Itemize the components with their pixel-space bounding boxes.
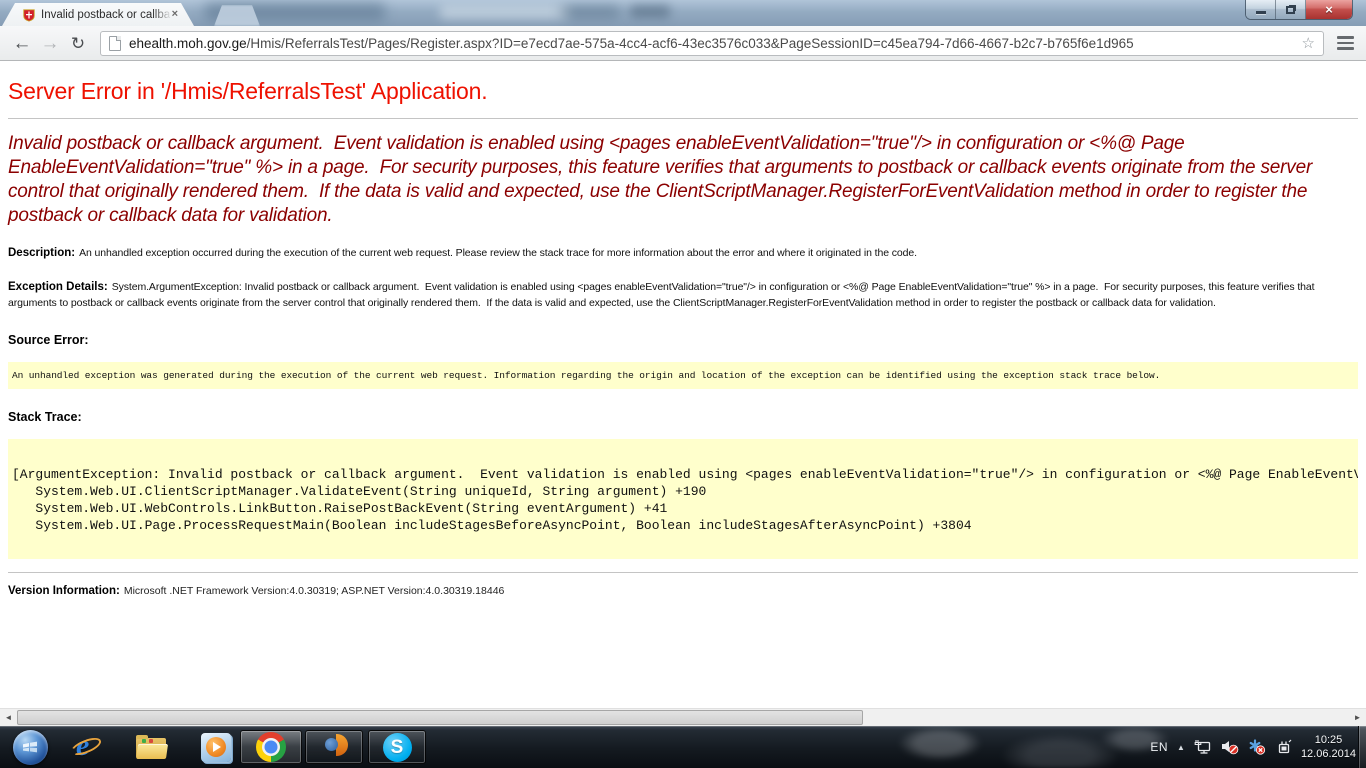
window-minimize-button[interactable]: [1246, 0, 1276, 19]
chrome-icon: [256, 732, 286, 762]
taskbar-item-firefox[interactable]: [305, 730, 363, 764]
description-label: Description:: [8, 247, 75, 259]
divider: [8, 572, 1358, 573]
new-tab-button[interactable]: [214, 5, 260, 26]
page-content: Server Error in '/Hmis/ReferralsTest' Ap…: [0, 62, 1366, 726]
taskbar-wallpaper-texture: [880, 727, 1180, 768]
background-window-blur: [440, 5, 570, 19]
site-favicon-icon: [22, 8, 36, 22]
start-button[interactable]: [4, 730, 56, 764]
version-label: Version Information:: [8, 585, 120, 597]
taskbar-item-chrome[interactable]: [240, 730, 302, 764]
tray-date: 12.06.2014: [1301, 747, 1356, 761]
divider: [8, 118, 1358, 119]
folder-icon: [136, 735, 168, 760]
tray-clock[interactable]: 10:25 12.06.2014: [1301, 733, 1356, 761]
network-icon[interactable]: [1194, 739, 1212, 755]
tray-time: 10:25: [1301, 733, 1356, 747]
page-icon[interactable]: [109, 36, 121, 51]
language-indicator[interactable]: EN: [1150, 740, 1168, 754]
stack-trace-label: Stack Trace:: [8, 410, 1358, 424]
description-text: An unhandled exception occurred during t…: [79, 247, 917, 259]
skype-icon: S: [383, 733, 412, 762]
scrollbar-thumb[interactable]: [17, 710, 863, 725]
scroll-right-icon[interactable]: ►: [1349, 709, 1366, 726]
address-bar[interactable]: ehealth.moh.gov.ge/Hmis/ReferralsTest/Pa…: [100, 31, 1324, 56]
background-window-blur: [560, 6, 620, 18]
window-restore-button[interactable]: [1276, 0, 1306, 19]
error-heading: Server Error in '/Hmis/ReferralsTest' Ap…: [0, 62, 1366, 105]
exception-details-text: System.ArgumentException: Invalid postba…: [8, 281, 1317, 309]
windows-logo-icon: [13, 730, 48, 765]
windows-flag-icon: [22, 740, 38, 754]
url-domain: ehealth.moh.gov.ge: [129, 36, 247, 51]
exception-details-row: Exception Details:System.ArgumentExcepti…: [8, 279, 1358, 312]
description-row: Description: An unhandled exception occur…: [8, 245, 1358, 262]
horizontal-scrollbar[interactable]: ◄ ►: [0, 708, 1366, 726]
error-message: Invalid postback or callback argument. E…: [8, 132, 1358, 228]
version-text: Microsoft .NET Framework Version:4.0.303…: [124, 585, 505, 597]
connection-error-icon[interactable]: [1248, 739, 1266, 755]
taskbar-item-windows-explorer[interactable]: [128, 730, 176, 764]
screen: Invalid postback or callba × × ← → ↻ ehe…: [0, 0, 1366, 768]
restore-icon: [1286, 6, 1295, 14]
stack-trace-box: [ArgumentException: Invalid postback or …: [8, 439, 1358, 559]
taskbar-item-skype[interactable]: S: [368, 730, 426, 764]
taskbar-item-internet-explorer[interactable]: e: [62, 730, 110, 764]
browser-toolbar: ← → ↻ ehealth.moh.gov.ge/Hmis/ReferralsT…: [0, 26, 1366, 61]
menu-icon: [1337, 36, 1354, 39]
firefox-icon: [319, 732, 349, 762]
minimize-icon: [1256, 11, 1266, 14]
show-desktop-button[interactable]: [1358, 726, 1366, 768]
source-error-box: An unhandled exception was generated dur…: [8, 362, 1358, 389]
play-icon: [213, 742, 221, 752]
window-close-button[interactable]: ×: [1306, 0, 1352, 19]
browser-tab-active[interactable]: Invalid postback or callba ×: [2, 3, 194, 26]
version-row: Version Information: Microsoft .NET Frame…: [8, 585, 1358, 597]
reload-button[interactable]: ↻: [64, 35, 92, 52]
url-path: /Hmis/ReferralsTest/Pages/Register.aspx?…: [247, 36, 1134, 51]
url-text[interactable]: ehealth.moh.gov.ge/Hmis/ReferralsTest/Pa…: [129, 36, 1296, 51]
background-window-blur: [630, 5, 670, 18]
taskbar-item-media-player[interactable]: [192, 730, 240, 764]
window-titlebar: Invalid postback or callba × ×: [0, 0, 1366, 26]
forward-button[interactable]: →: [36, 34, 64, 53]
internet-explorer-icon: e: [70, 732, 102, 762]
back-button[interactable]: ←: [8, 34, 36, 53]
chrome-menu-button[interactable]: [1332, 32, 1358, 54]
exception-details-label: Exception Details:: [8, 281, 108, 293]
bookmark-star-icon[interactable]: ☆: [1302, 34, 1315, 52]
safely-remove-hardware-icon[interactable]: [1275, 739, 1292, 755]
system-tray: EN ▲: [1150, 726, 1356, 768]
window-controls: ×: [1246, 0, 1352, 19]
taskbar: e S: [0, 726, 1366, 768]
volume-muted-icon[interactable]: [1221, 739, 1239, 755]
tab-title: Invalid postback or callba: [41, 9, 172, 21]
source-error-label: Source Error:: [8, 333, 1358, 347]
tab-close-icon[interactable]: ×: [172, 9, 178, 20]
media-player-icon: [201, 733, 231, 762]
scroll-left-icon[interactable]: ◄: [0, 709, 17, 726]
close-icon: ×: [1325, 3, 1333, 16]
tray-expand-icon[interactable]: ▲: [1177, 743, 1185, 752]
